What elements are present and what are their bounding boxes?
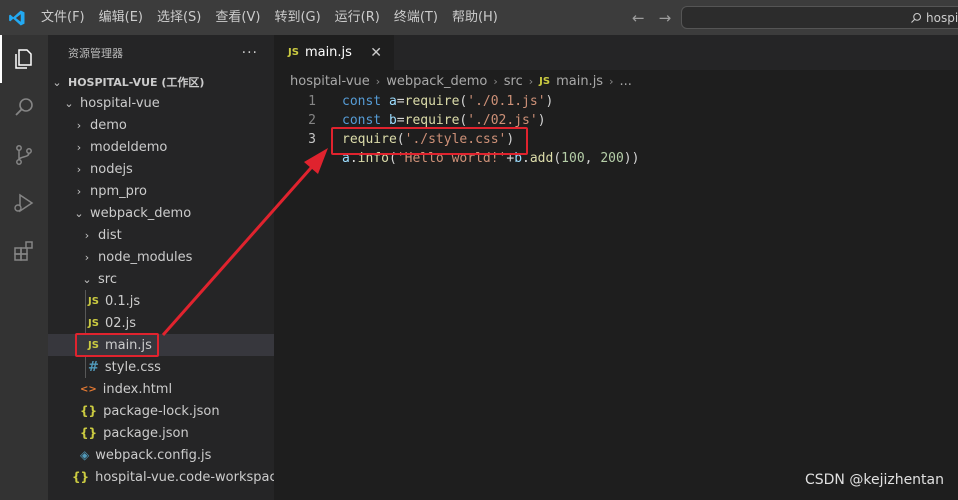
annotation-arrow [161, 148, 328, 336]
watermark-text: CSDN @kejizhentan [804, 472, 944, 488]
